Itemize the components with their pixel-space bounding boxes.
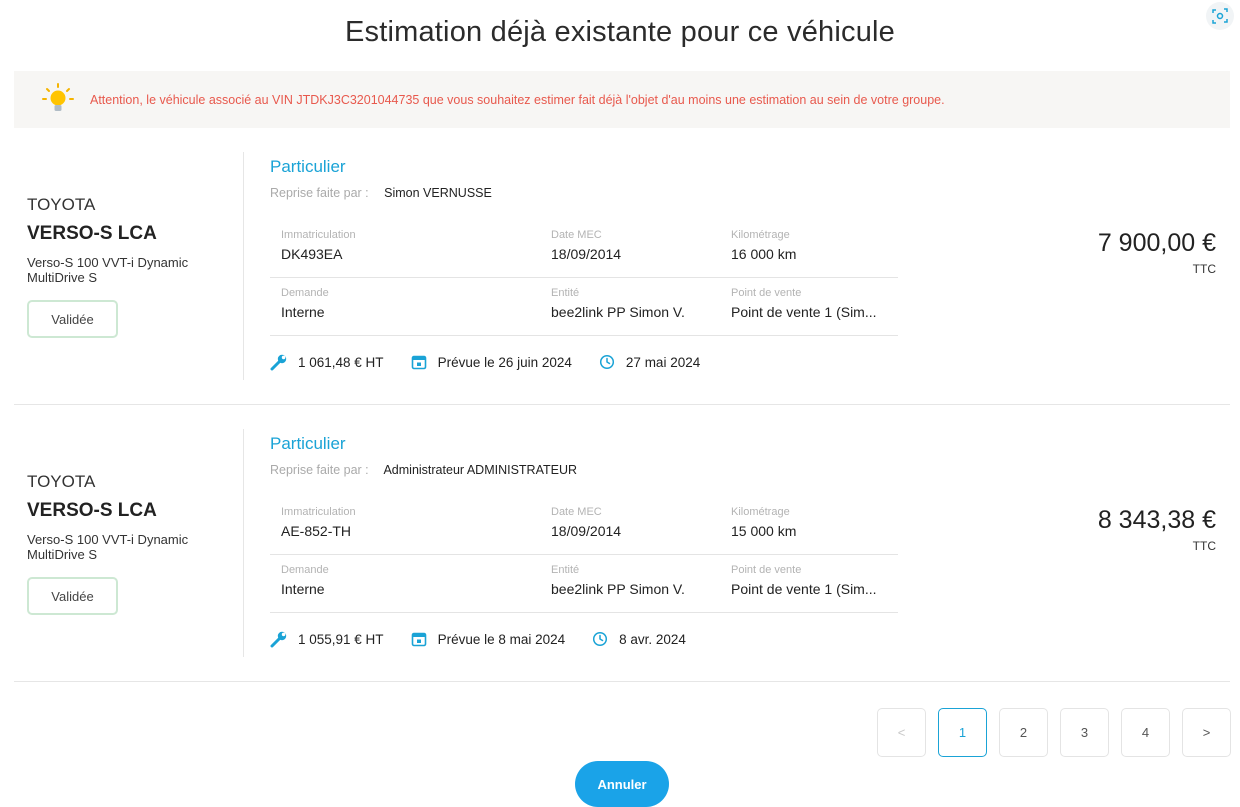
immatriculation-label: Immatriculation xyxy=(281,229,356,241)
immatriculation-label: Immatriculation xyxy=(281,506,356,518)
demande-label: Demande xyxy=(281,564,329,576)
details-grid: Immatriculation DK493EA Date MEC 18/09/2… xyxy=(270,222,898,336)
entite-value: bee2link PP Simon V. xyxy=(551,581,685,597)
date-mec-value: 18/09/2014 xyxy=(551,246,622,262)
card-divider xyxy=(14,681,1230,682)
frais-value: 1 055,91 € HT xyxy=(298,631,384,647)
vehicle-version: Verso-S 100 VVT-i Dynamic MultiDrive S xyxy=(27,532,189,562)
page-prev-button[interactable]: < xyxy=(877,708,926,757)
demande-value: Interne xyxy=(281,304,325,320)
reprise-line: Reprise faite par : Simon VERNUSSE xyxy=(270,186,492,200)
status-badge: Validée xyxy=(27,577,118,615)
frais-value: 1 061,48 € HT xyxy=(298,354,384,370)
price-ttc: TTC xyxy=(1192,539,1216,553)
duplicate-warning: Attention, le véhicule associé au VIN JT… xyxy=(14,71,1230,128)
customer-type: Particulier xyxy=(270,434,346,453)
reprise-label: Reprise faite par : xyxy=(270,463,369,477)
wrench-icon xyxy=(270,353,288,371)
point-de-vente-label: Point de vente xyxy=(731,287,802,299)
vehicle-model: VERSO-S LCA xyxy=(27,500,157,521)
vehicle-brand: TOYOTA xyxy=(27,472,96,491)
price-block: 8 343,38 € TTC xyxy=(1098,506,1216,553)
lightbulb-icon xyxy=(38,80,78,120)
price-block: 7 900,00 € TTC xyxy=(1098,229,1216,276)
date-value: 8 avr. 2024 xyxy=(619,631,686,647)
vehicle-version: Verso-S 100 VVT-i Dynamic MultiDrive S xyxy=(27,255,189,285)
reprise-value: Simon VERNUSSE xyxy=(384,186,492,200)
estimation-footer: 1 055,91 € HT Prévue le 8 mai 2024 8 avr… xyxy=(270,630,712,648)
immatriculation-value: DK493EA xyxy=(281,246,343,262)
point-de-vente-value: Point de vente 1 (Sim... xyxy=(731,581,877,597)
price-ttc: TTC xyxy=(1192,262,1216,276)
status-badge: Validée xyxy=(27,300,118,338)
entite-label: Entité xyxy=(551,564,580,576)
details-grid: Immatriculation AE-852-TH Date MEC 18/09… xyxy=(270,499,898,613)
page-3-button[interactable]: 3 xyxy=(1060,708,1109,757)
wrench-icon xyxy=(270,630,288,648)
kilometrage-label: Kilométrage xyxy=(731,506,790,518)
estimation-card[interactable]: TOYOTA VERSO-S LCA Verso-S 100 VVT-i Dyn… xyxy=(14,128,1230,404)
date-value: 27 mai 2024 xyxy=(625,354,701,370)
prevue-value: Prévue le 8 mai 2024 xyxy=(437,631,566,647)
dialog-title: Estimation déjà existante pour ce véhicu… xyxy=(344,16,896,48)
point-de-vente-label: Point de vente xyxy=(731,564,802,576)
entite-label: Entité xyxy=(551,287,580,299)
vehicle-brand: TOYOTA xyxy=(27,195,96,214)
date-mec-label: Date MEC xyxy=(551,229,602,241)
price-amount: 7 900,00 € xyxy=(1097,229,1216,257)
entite-value: bee2link PP Simon V. xyxy=(551,304,685,320)
date-mec-label: Date MEC xyxy=(551,506,602,518)
page-4-button[interactable]: 4 xyxy=(1121,708,1170,757)
estimation-footer: 1 061,48 € HT Prévue le 26 juin 2024 27 … xyxy=(270,353,726,371)
page-next-button[interactable]: > xyxy=(1182,708,1231,757)
date-mec-value: 18/09/2014 xyxy=(551,523,622,539)
calendar-icon xyxy=(410,353,428,371)
point-de-vente-value: Point de vente 1 (Sim... xyxy=(731,304,877,320)
customer-type: Particulier xyxy=(270,157,346,176)
kilometrage-label: Kilométrage xyxy=(731,229,790,241)
warning-text: Attention, le véhicule associé au VIN JT… xyxy=(90,92,945,107)
kilometrage-value: 15 000 km xyxy=(731,523,797,539)
demande-value: Interne xyxy=(281,581,325,597)
reprise-line: Reprise faite par : Administrateur ADMIN… xyxy=(270,463,577,477)
page-1-button[interactable]: 1 xyxy=(938,708,987,757)
reprise-value: Administrateur ADMINISTRATEUR xyxy=(383,463,578,477)
page-2-button[interactable]: 2 xyxy=(999,708,1048,757)
clock-icon xyxy=(591,630,609,648)
column-divider xyxy=(243,152,244,380)
kilometrage-value: 16 000 km xyxy=(731,246,797,262)
reprise-label: Reprise faite par : xyxy=(270,186,369,200)
clock-icon xyxy=(598,353,616,371)
cancel-button[interactable]: Annuler xyxy=(575,761,669,807)
column-divider xyxy=(243,429,244,657)
demande-label: Demande xyxy=(281,287,329,299)
pagination: < 1 2 3 4 > xyxy=(877,708,1240,757)
immatriculation-value: AE-852-TH xyxy=(281,523,352,539)
estimation-card[interactable]: TOYOTA VERSO-S LCA Verso-S 100 VVT-i Dyn… xyxy=(14,405,1230,681)
price-amount: 8 343,38 € xyxy=(1097,506,1216,534)
vehicle-model: VERSO-S LCA xyxy=(27,223,157,244)
calendar-icon xyxy=(410,630,428,648)
prevue-value: Prévue le 26 juin 2024 xyxy=(437,354,572,370)
